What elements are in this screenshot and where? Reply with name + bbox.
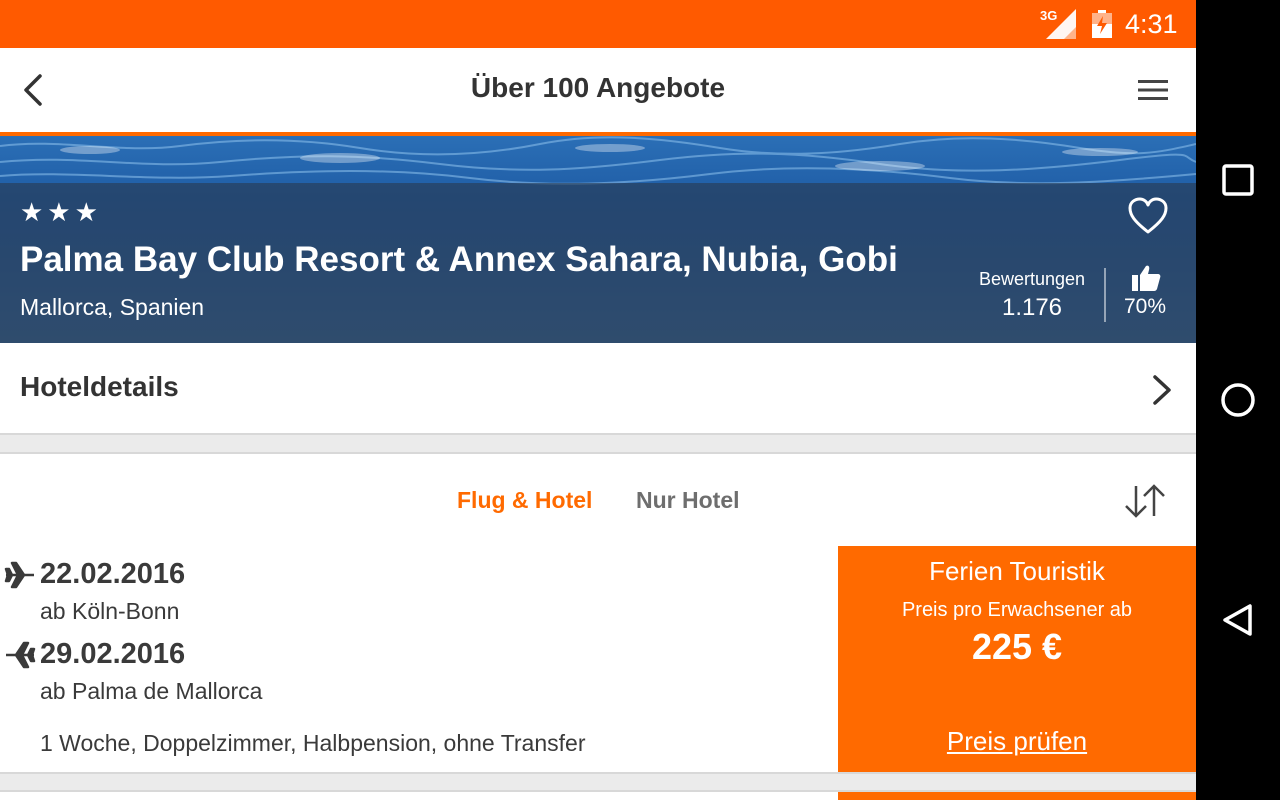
tour-operator: Ferien Touristik bbox=[929, 556, 1105, 586]
tab-flight-hotel[interactable]: Flug & Hotel bbox=[457, 487, 592, 514]
hotel-location: Mallorca, Spanien bbox=[20, 294, 205, 320]
price-box[interactable]: Ferien Touristik Preis pro Erwachsener a… bbox=[838, 546, 1196, 772]
rating-divider bbox=[1104, 268, 1106, 322]
tab-hotel-only[interactable]: Nur Hotel bbox=[636, 487, 740, 514]
triangle-back-icon[interactable] bbox=[1216, 598, 1260, 642]
circle-icon[interactable] bbox=[1216, 378, 1260, 422]
plane-outbound-icon bbox=[4, 561, 34, 589]
sort-icon[interactable] bbox=[1122, 482, 1168, 520]
outbound-date: 22.02.2016 bbox=[40, 558, 186, 590]
price-caption: Preis pro Erwachsener ab bbox=[901, 599, 1133, 621]
battery-icon bbox=[1092, 10, 1112, 38]
hotel-name: Palma Bay Club Resort & Annex Sahara, Nu… bbox=[20, 240, 898, 279]
network-type: 3G bbox=[1040, 8, 1058, 23]
plane-return-icon bbox=[6, 641, 36, 669]
app-screen: 3G 4:31 Über 100 Angebote ★★★ Palma Bay … bbox=[0, 0, 1196, 800]
status-bar: 3G 4:31 bbox=[0, 0, 1196, 48]
offer-type-tabs: Flug & Hotel Nur Hotel bbox=[0, 452, 1196, 548]
ratings-count: 1.176 bbox=[1001, 294, 1063, 321]
check-price-link[interactable]: Preis prüfen bbox=[838, 726, 1196, 757]
star-rating: ★★★ bbox=[20, 197, 102, 227]
page-title: Über 100 Angebote bbox=[470, 72, 726, 103]
offer-card[interactable]: 22.02.2016 ab Köln-Bonn 29.02.2016 ab Pa… bbox=[0, 546, 1196, 774]
system-nav-bar bbox=[1196, 0, 1280, 800]
return-date: 29.02.2016 bbox=[40, 638, 186, 670]
chevron-right-icon bbox=[1153, 375, 1171, 405]
hotel-details-label: Hoteldetails bbox=[20, 371, 179, 402]
offer-summary: 1 Woche, Doppelzimmer, Halbpension, ohne… bbox=[40, 730, 586, 756]
square-icon[interactable] bbox=[1216, 158, 1260, 202]
menu-icon[interactable] bbox=[1136, 78, 1170, 102]
recommend-percent: 70% bbox=[1123, 295, 1167, 318]
next-price-box[interactable] bbox=[838, 792, 1196, 800]
outbound-airport: ab Köln-Bonn bbox=[40, 598, 180, 624]
app-toolbar: Über 100 Angebote bbox=[0, 48, 1196, 136]
heart-icon[interactable] bbox=[1128, 197, 1168, 235]
thumbs-up-icon bbox=[1132, 265, 1161, 291]
hotel-details-row[interactable]: Hoteldetails bbox=[0, 343, 1196, 435]
ratings-label: Bewertungen bbox=[978, 269, 1086, 289]
offer-price: 225 € bbox=[971, 626, 1063, 667]
clock: 4:31 bbox=[1125, 9, 1178, 39]
return-airport: ab Palma de Mallorca bbox=[40, 678, 263, 704]
next-offer-card[interactable] bbox=[0, 790, 1196, 800]
